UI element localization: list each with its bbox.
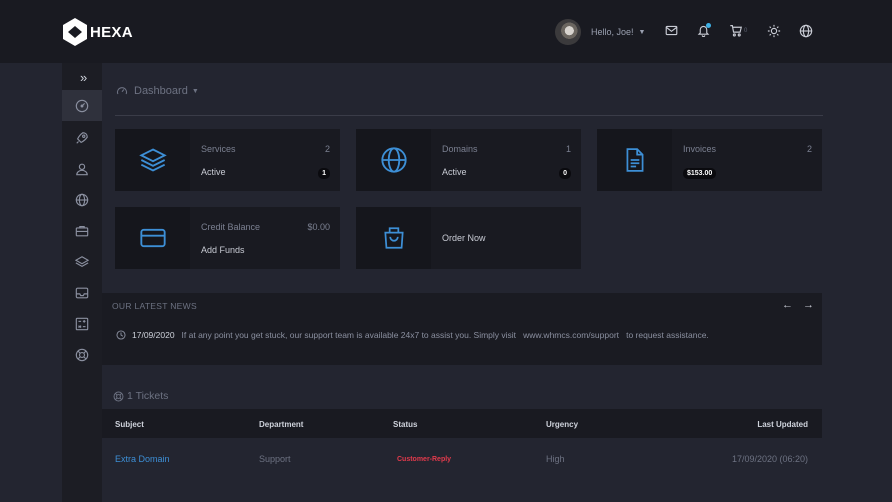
order-now-link[interactable]: Order Now [442,233,486,243]
brand-logo[interactable]: HEXA [62,17,133,47]
globe-icon[interactable] [799,24,813,38]
column-last-updated[interactable]: Last Updated [757,420,808,429]
domains-label: Domains [442,144,478,154]
services-count: 2 [324,144,330,154]
layers-icon [138,148,167,172]
inbox-icon [75,287,89,298]
services-status: Active [201,167,226,177]
calculator-icon [75,317,89,330]
sidebar-item-support[interactable] [62,339,102,370]
invoices-amount-badge: $153.00 [683,168,717,179]
breadcrumb[interactable]: Dashboard ▼ [116,85,199,97]
dashboard-icon [116,87,128,95]
order-now-card[interactable]: Order Now [356,207,581,269]
layers-icon [75,255,89,267]
domains-card[interactable]: Domains 1 Active 0 [356,129,581,191]
user-menu[interactable]: Hello, Joe! ▼ [555,19,645,45]
support-icon [75,348,89,361]
domains-active-badge: 0 [559,168,571,179]
cart-count: 0 [744,28,748,34]
support-icon [113,391,124,401]
globe-icon [75,193,89,206]
invoices-count: 2 [806,144,812,154]
user-icon [76,163,88,175]
services-active-badge: 1 [318,168,330,179]
invoices-card[interactable]: Invoices 2 $153.00 [597,129,822,191]
domains-status: Active [442,167,467,177]
credit-card-icon [139,228,166,248]
invoices-label: Invoices [683,144,717,154]
credit-balance-card[interactable]: Credit Balance $0.00 Add Funds [115,207,340,269]
status-badge: Customer-Reply [397,456,452,463]
sidebar-item-reports[interactable] [62,308,102,339]
sidebar-item-billing[interactable] [62,215,102,246]
sidebar-item-account[interactable] [62,153,102,184]
services-card[interactable]: Services 2 Active 1 [115,129,340,191]
tickets-header: 1 Tickets [113,390,168,402]
cart-icon[interactable]: 0 [729,24,747,37]
rocket-icon [76,131,88,144]
tickets-title: 1 Tickets [127,390,169,402]
arrow-right-icon[interactable]: → [803,299,814,311]
news-pagination: ← → [772,299,814,311]
column-status[interactable]: Status [393,420,417,429]
sidebar-item-inbox[interactable] [62,277,102,308]
shopping-bag-icon [383,227,404,249]
chevron-down-icon: ▼ [638,28,646,36]
add-funds-link[interactable]: Add Funds [201,245,245,255]
table-row[interactable]: Extra Domain Support Customer-Reply High… [102,438,822,480]
sun-icon[interactable] [767,24,781,38]
globe-icon [380,147,407,173]
tickets-table-header: Subject Department Status Urgency Last U… [102,409,822,438]
services-label: Services [201,144,236,154]
column-department[interactable]: Department [259,420,303,429]
ticket-subject-link[interactable]: Extra Domain [115,454,170,464]
ticket-department: Support [259,454,291,464]
latest-news-panel: OUR LATEST NEWS ← → 17/09/2020 If at any… [102,293,822,365]
notification-dot [706,23,711,28]
ticket-urgency: High [546,454,565,464]
header-divider [115,115,823,116]
brand-name: HEXA [90,23,133,41]
avatar [555,19,581,45]
user-greeting: Hello, Joe! [591,27,634,37]
news-item[interactable]: 17/09/2020 If at any point you get stuck… [116,330,709,340]
sidebar: » [62,63,102,502]
column-subject[interactable]: Subject [115,420,144,429]
sidebar-item-dashboard[interactable] [62,90,102,121]
arrow-left-icon[interactable]: ← [782,299,793,311]
top-header: HEXA Hello, Joe! ▼ 0 [0,0,892,63]
mail-icon[interactable] [665,24,678,37]
bell-icon[interactable] [697,23,711,37]
briefcase-icon [75,225,89,236]
ticket-last-updated: 17/09/2020 (06:20) [731,454,808,464]
dashboard-icon [75,99,89,112]
credit-balance-label: Credit Balance [201,222,261,232]
page-title: Dashboard [134,85,188,97]
column-urgency[interactable]: Urgency [546,420,578,429]
domains-count: 1 [565,144,571,154]
chevron-down-icon: ▼ [191,87,199,95]
news-text: If at any point you get stuck, our suppo… [181,330,709,340]
sidebar-item-products[interactable] [62,246,102,277]
sidebar-item-domains[interactable] [62,184,102,215]
collapse-sidebar-button[interactable]: » [80,70,87,85]
hexa-logo-icon [63,18,87,46]
sidebar-item-services[interactable] [62,122,102,153]
clock-icon [116,330,126,340]
news-date: 17/09/2020 [132,330,175,340]
document-icon [626,148,643,172]
news-title: OUR LATEST NEWS [112,301,197,311]
credit-balance-amount: $0.00 [307,222,330,232]
